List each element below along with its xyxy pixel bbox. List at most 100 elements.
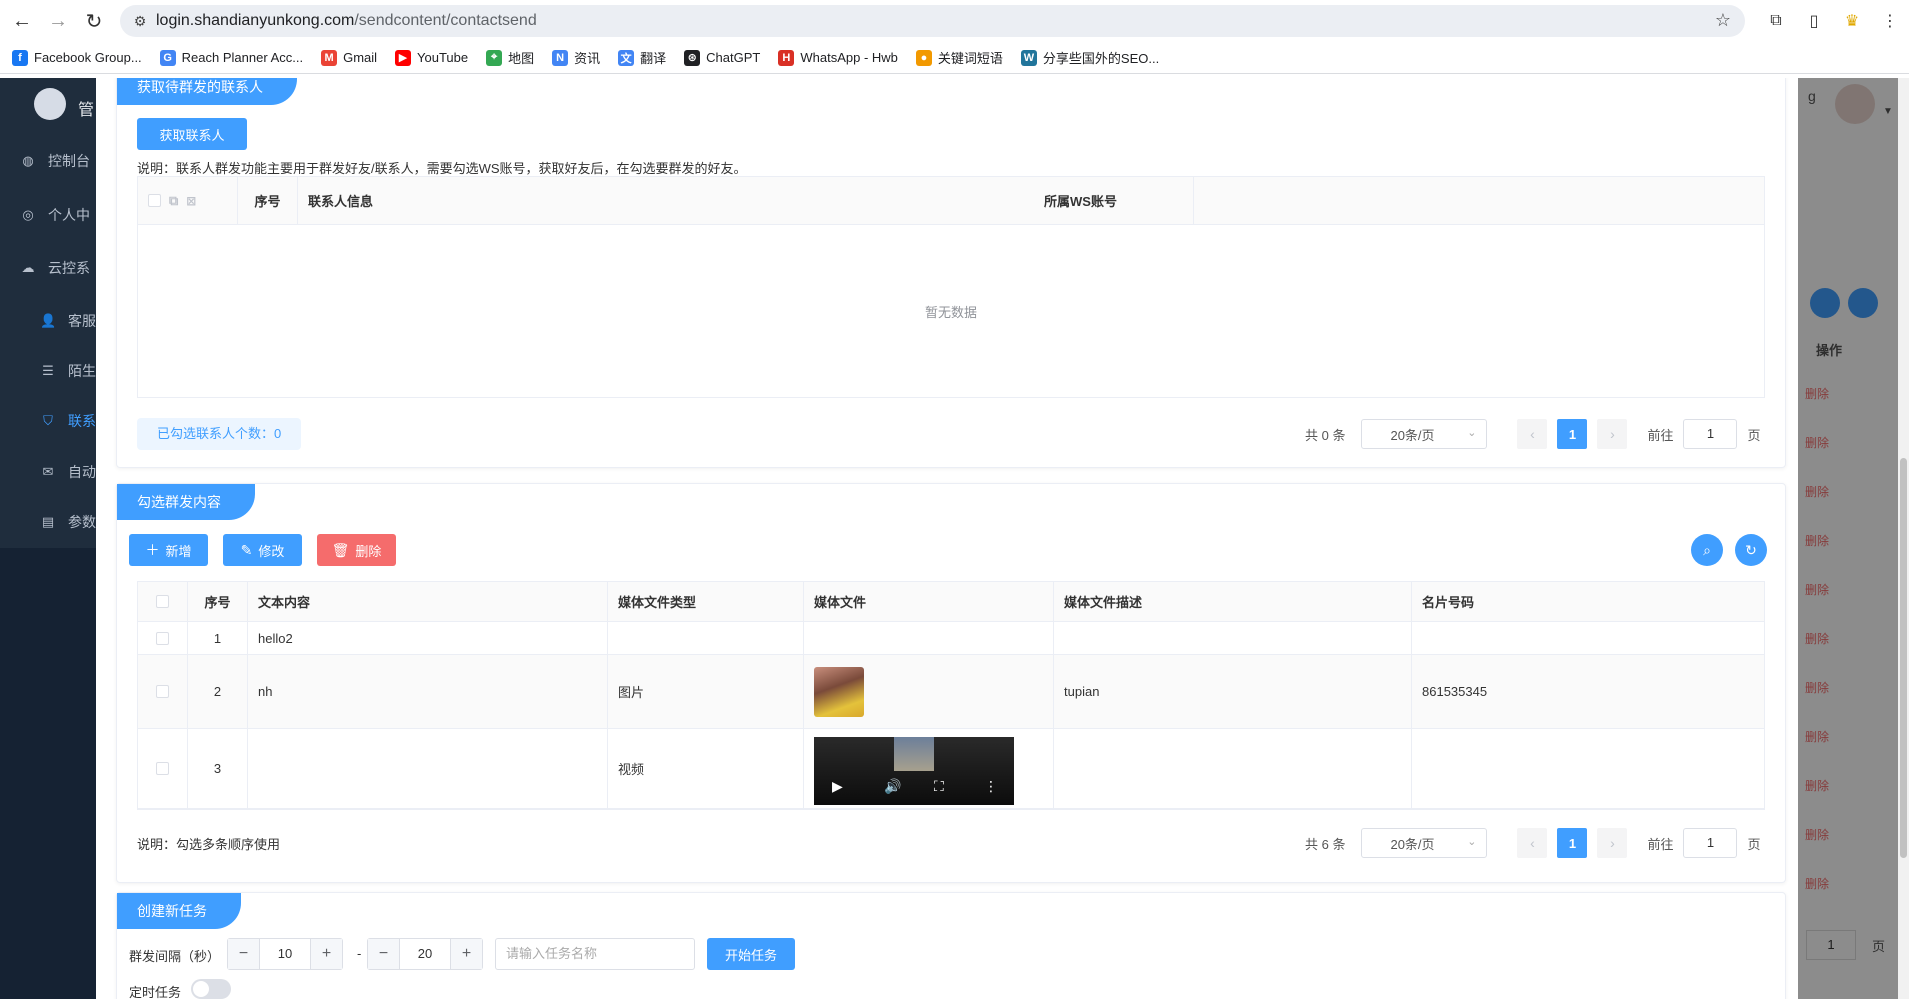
sidebar-item[interactable]: ☁ 云控系 [20,258,91,278]
sidebar-item-label: 客服 [68,313,96,329]
row-checkbox[interactable] [156,762,169,775]
plus-icon[interactable]: + [310,939,342,969]
sidebar-item[interactable]: 👤 客服 [40,311,96,331]
prev-page-button[interactable]: ‹ [1517,828,1548,858]
goto-label: 前往 [1647,836,1674,852]
back-arrow-icon[interactable]: ← [4,3,40,39]
minus-icon[interactable]: − [228,939,260,969]
side-panel-icon[interactable]: ▯ [1795,2,1833,40]
forward-arrow-icon[interactable]: → [40,3,76,39]
plus-icon[interactable]: + [450,939,482,969]
bookmark-item[interactable]: ⌖ 地图 [486,48,534,67]
current-page[interactable]: 1 [1557,419,1588,449]
prev-page-button[interactable]: ‹ [1517,419,1548,449]
next-page-button[interactable]: › [1597,419,1628,449]
row-checkbox[interactable] [156,631,169,645]
add-button[interactable]: ＋新增 [129,534,208,566]
volume-icon[interactable]: 🔊 [884,778,901,795]
bookmark-item[interactable]: ▶ YouTube [395,49,468,66]
more-options-icon[interactable]: ⋮ [984,778,998,795]
site-info-icon[interactable]: ⚙ [124,13,156,30]
row-index: 1 [188,622,248,654]
copy-icon[interactable]: ⧉ [169,193,178,209]
profile-crown-icon[interactable]: ♛ [1833,2,1871,40]
refresh-button[interactable]: ↻ [1735,534,1767,566]
task-panel-title: 创建新任务 [117,893,241,929]
person-icon: 👤 [40,313,57,328]
select-all-checkbox[interactable] [148,194,161,207]
select-all-checkbox[interactable] [156,595,169,608]
bookmark-item[interactable]: ⊛ ChatGPT [684,49,760,66]
page-size-select[interactable]: 20条/页 ⌄ [1361,828,1488,858]
select-all-cell [138,582,188,621]
table-row[interactable]: 3 视频 ▶ 🔊 ⛶ ⋮ [138,729,1764,809]
task-name-input[interactable]: 请输入任务名称 [495,938,695,970]
contacts-pagination: 共 0 条 20条/页 ⌄ ‹ 1 › 前往 1 页 [1305,419,1761,449]
bookmark-item[interactable]: N 资讯 [552,48,600,67]
row-checkbox[interactable] [156,685,169,698]
table-row[interactable]: 2 nh 图片 tupian 861535345 [138,655,1764,729]
play-icon[interactable]: ▶ [832,778,843,795]
delete-button[interactable]: 🗑 删除 [317,534,396,566]
sidebar-item-label: 联系 [68,413,96,429]
news-icon: N [552,49,569,66]
bookmark-item[interactable]: ● 关键词短语 [915,48,1003,67]
search-button[interactable]: ⌕ [1691,534,1723,566]
next-page-button[interactable]: › [1597,828,1628,858]
hwb-icon: H [778,49,795,66]
bookmark-item[interactable]: f Facebook Group... [12,49,142,66]
bookmark-item[interactable]: G Reach Planner Acc... [159,49,303,66]
sidebar-item[interactable]: ◎ 个人中 [20,205,90,225]
media-image-thumbnail[interactable] [814,667,864,717]
bookmarks-bar: f Facebook Group... G Reach Planner Acc... M… [0,42,1909,74]
page-size-value: 20条/页 [1390,427,1435,443]
bookmark-item[interactable]: H WhatsApp - Hwb [778,49,898,66]
current-page[interactable]: 1 [1557,828,1588,858]
max-interval-stepper[interactable]: − 20 + [367,938,483,970]
bookmark-star-icon[interactable]: ☆ [1715,10,1731,31]
bookmark-label: 地图 [508,51,535,66]
clear-selection-icon[interactable]: ⊠ [186,194,196,208]
sidebar-item[interactable]: ▤ 参数 [40,512,96,532]
chat-icon: ✉ [42,464,54,479]
goto-page-input[interactable]: 1 [1683,419,1738,449]
bookmark-item[interactable]: M Gmail [321,49,377,66]
empty-state: 暂无数据 [924,304,977,320]
row-index: 3 [188,729,248,808]
reload-icon[interactable]: ↻ [76,3,112,39]
sidebar-item[interactable]: ◍ 控制台 [20,151,90,171]
user-circle-icon: ◎ [22,207,34,222]
interval-dash: - [357,946,362,961]
min-interval-stepper[interactable]: − 10 + [227,938,343,970]
sidebar-item[interactable]: ☰ 陌生 [40,361,96,381]
start-task-button[interactable]: 开始任务 [707,938,795,970]
fetch-contacts-button[interactable]: 获取联系人 [137,118,247,150]
sidebar-item[interactable]: ⛉ 联系 [40,411,96,431]
row-text: nh [248,655,608,728]
edit-button[interactable]: ✎ 修改 [223,534,302,566]
max-interval-value[interactable]: 20 [400,939,450,969]
extensions-icon[interactable]: ⧉ [1757,2,1795,40]
page-suffix: 页 [1747,427,1761,443]
sidebar-item[interactable]: ✉ 自动 [40,462,96,482]
sidebar: 管 ◍ 控制台 ◎ 个人中 ☁ 云控系 👤 客服 ☰ 陌生 ⛉ 联系 ✉ 自动 ▤ 参数 [0,78,96,548]
video-frame [894,737,934,771]
row-index: 2 [188,655,248,728]
selected-contacts-count: 已勾选联系人个数：0 [137,418,302,450]
page-size-select[interactable]: 20条/页 ⌄ [1361,419,1488,449]
min-interval-value[interactable]: 10 [260,939,310,969]
sidebar-item-label: 自动 [68,464,96,480]
minus-icon[interactable]: − [368,939,400,969]
bookmark-item[interactable]: W 分享些国外的SEO... [1020,48,1159,67]
goto-page-input[interactable]: 1 [1683,828,1738,858]
menu-dots-icon[interactable]: ⋮ [1871,2,1909,40]
table-row[interactable]: 1 hello2 [138,622,1764,655]
fullscreen-icon[interactable]: ⛶ [934,778,944,795]
timer-switch[interactable] [191,979,231,999]
page-scrollbar[interactable] [1898,78,1909,999]
bookmark-label: 翻译 [640,51,667,66]
bookmark-item[interactable]: 文翻译 [618,48,666,67]
scrollbar-thumb[interactable] [1900,458,1907,858]
address-bar[interactable]: ⚙ login.shandianyunkong.com/sendcontent/… [120,5,1745,37]
media-video-player[interactable]: ▶ 🔊 ⛶ ⋮ [814,737,1014,805]
